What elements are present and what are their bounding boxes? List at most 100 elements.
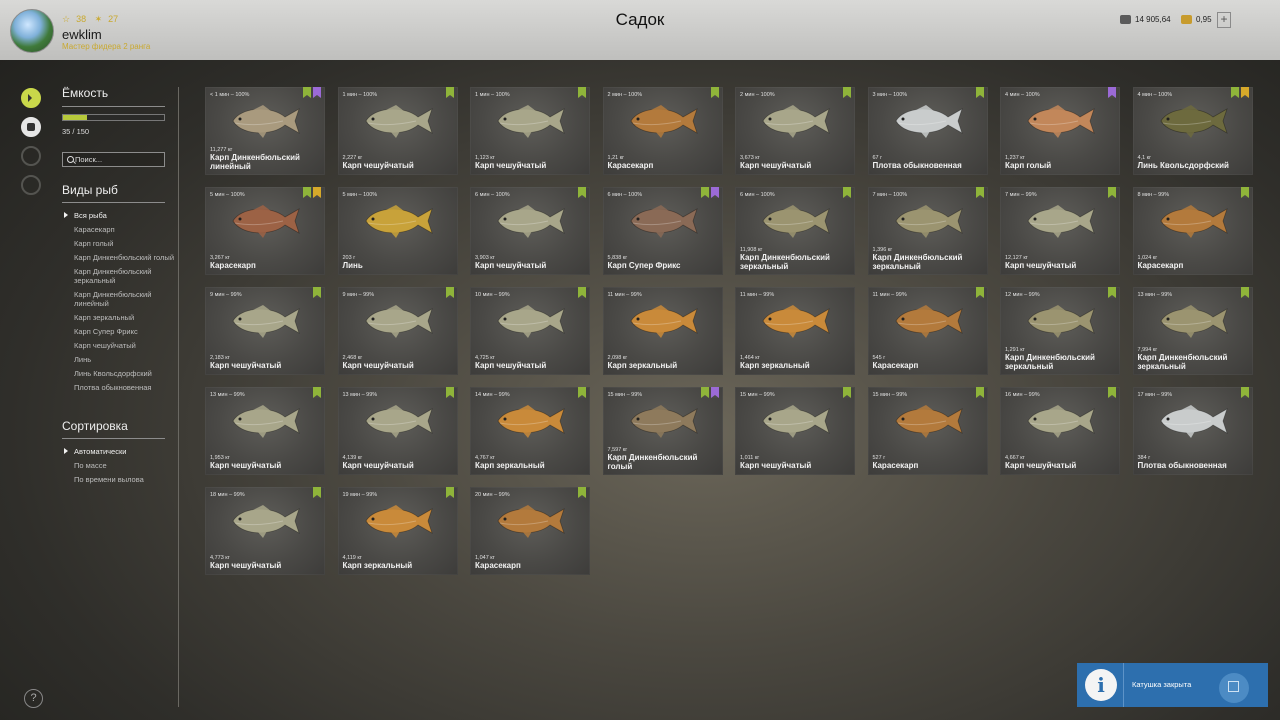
fish-card[interactable]: 2 мин – 100% 1,21 кг Карасекарп xyxy=(602,87,723,175)
fish-card[interactable]: 1 мин – 100% 1,123 кг Карп чешуйчатый xyxy=(470,87,590,175)
fish-card[interactable]: 10 мин – 99% 4,725 кг Карп чешуйчатый xyxy=(470,287,590,375)
pointer-button[interactable] xyxy=(1219,673,1249,703)
catch-time: 15 мин – 99% xyxy=(607,392,643,398)
catch-time: 5 мин – 100% xyxy=(342,192,378,198)
sort-option[interactable]: Автоматически xyxy=(62,447,174,456)
fish-card[interactable]: 13 мин – 99% 4,139 кг Карп чешуйчатый xyxy=(337,387,458,475)
fish-card[interactable]: 15 мин – 99% 1,011 кг Карп чешуйчатый xyxy=(735,387,855,475)
cursor-icon xyxy=(1228,681,1239,692)
green-ribbon-icon xyxy=(843,387,851,398)
catch-time: 13 мин – 99% xyxy=(342,392,378,398)
fish-image xyxy=(227,401,303,441)
green-ribbon-icon xyxy=(313,487,321,498)
fish-card[interactable]: < 1 мин – 100% 11,277 кг Карп Динкенбюльск… xyxy=(205,87,325,175)
fish-name: Карп Динкенбюльский зеркальный xyxy=(872,253,963,271)
fish-card[interactable]: 20 мин – 99% 1,047 кг Карасекарп xyxy=(470,487,590,575)
fish-name: Карасекарп xyxy=(1137,261,1184,270)
green-ribbon-icon xyxy=(975,187,984,198)
fish-card[interactable]: 2 мин – 100% 3,673 кг Карп чешуйчатый xyxy=(735,87,855,175)
fish-card[interactable]: 6 мин – 100% 3,903 кг Карп чешуйчатый xyxy=(470,187,590,275)
sort-option[interactable]: По массе xyxy=(62,461,174,470)
badge-group xyxy=(445,387,454,398)
fish-card[interactable]: 7 мин – 100% 1,396 кг Карп Динкенбюльский … xyxy=(867,187,988,275)
fish-card[interactable]: 16 мин – 99% 4,667 кг Карп чешуйчатый xyxy=(1000,387,1120,475)
info-icon: i xyxy=(1085,669,1117,701)
fish-name: Карп Динкенбюльский голый xyxy=(607,453,698,471)
fish-name: Плотва обыкновенная xyxy=(1137,461,1227,470)
green-ribbon-icon xyxy=(1108,387,1116,398)
fish-name: Карасекарп xyxy=(607,161,654,170)
species-filter-item[interactable]: Плотва обыкновенная xyxy=(62,383,174,392)
fish-card[interactable]: 19 мин – 99% 4,119 кг Карп зеркальный xyxy=(337,487,458,575)
badge-group xyxy=(710,87,719,98)
fish-card[interactable]: 4 мин – 100% 4,1 кг Линь Квольсдорфский xyxy=(1132,87,1253,175)
badge-group xyxy=(1230,87,1249,98)
fish-card[interactable]: 9 мин – 99% 2,183 кг Карп чешуйчатый xyxy=(205,287,325,375)
catch-time: 13 мин – 99% xyxy=(210,392,245,398)
species-filter-item[interactable]: Карасекарп xyxy=(62,225,174,234)
species-filter-item[interactable]: Карп Динкенбюльский зеркальный xyxy=(62,267,174,285)
bag-icon[interactable] xyxy=(21,117,41,137)
green-ribbon-icon xyxy=(445,387,454,398)
silver-balance: 14 905,64 xyxy=(1120,12,1171,27)
fish-card[interactable]: 15 мин – 99% 527 г Карасекарп xyxy=(867,387,988,475)
fish-image xyxy=(757,301,833,341)
notification-toast[interactable]: i Катушка закрыта xyxy=(1077,663,1268,707)
search-input[interactable] xyxy=(75,153,163,166)
fish-card[interactable]: 8 мин – 99% 1,024 кг Карасекарп xyxy=(1132,187,1253,275)
catch-time: 10 мин – 99% xyxy=(475,292,510,298)
fish-card[interactable]: 14 мин – 99% 4,767 кг Карп зеркальный xyxy=(470,387,590,475)
fish-card[interactable]: 17 мин – 99% 384 г Плотва обыкновенная xyxy=(1132,387,1253,475)
keepnet-mode-icon[interactable] xyxy=(21,88,41,108)
species-filter-item[interactable]: Карп голый xyxy=(62,239,174,248)
search-box[interactable] xyxy=(62,152,165,167)
species-filter-item[interactable]: Карп зеркальный xyxy=(62,313,174,322)
catch-time: 7 мин – 100% xyxy=(872,192,908,198)
badge-group xyxy=(1240,287,1249,298)
sort-option[interactable]: По времени вылова xyxy=(62,475,174,484)
fish-image xyxy=(360,401,436,441)
fish-card[interactable]: 5 мин – 100% 203 г Линь xyxy=(337,187,458,275)
badge-group xyxy=(313,287,321,298)
species-filter-item[interactable]: Карп Динкенбюльский голый xyxy=(62,253,174,262)
fish-card[interactable]: 13 мин – 99% 7,994 кг Карп Динкенбюльский … xyxy=(1132,287,1253,375)
species-filter-item[interactable]: Карп Динкенбюльский линейный xyxy=(62,290,174,308)
fish-name: Плотва обыкновенная xyxy=(872,161,962,170)
fish-name: Карп зеркальный xyxy=(740,361,810,370)
fish-name: Карасекарп xyxy=(872,361,919,370)
species-filter-item[interactable]: Линь Квольсдорфский xyxy=(62,369,174,378)
add-currency-button[interactable]: + xyxy=(1217,12,1231,28)
fish-image xyxy=(227,101,303,141)
fish-card[interactable]: 1 мин – 100% 2,227 кг Карп чешуйчатый xyxy=(337,87,458,175)
catch-time: 11 мин – 99% xyxy=(740,292,775,298)
fish-card[interactable]: 3 мин – 100% 67 г Плотва обыкновенная xyxy=(867,87,988,175)
fish-card[interactable]: 11 мин – 99% 1,464 кг Карп зеркальный xyxy=(735,287,855,375)
fish-card[interactable]: 6 мин – 100% 5,838 кг Карп Супер Фрикс xyxy=(602,187,723,275)
fish-card[interactable]: 5 мин – 100% 3,267 кг Карасекарп xyxy=(205,187,325,275)
fish-card[interactable]: 7 мин – 99% 12,127 кг Карп чешуйчатый xyxy=(1000,187,1120,275)
fish-card[interactable]: 11 мин – 99% 545 г Карасекарп xyxy=(867,287,988,375)
fish-card[interactable]: 6 мин – 100% 11,908 кг Карп Динкенбюльский… xyxy=(735,187,855,275)
fish-card[interactable]: 18 мин – 99% 4,773 кг Карп чешуйчатый xyxy=(205,487,325,575)
fish-image xyxy=(492,101,568,141)
fish-card[interactable]: 11 мин – 99% 2,098 кг Карп зеркальный xyxy=(602,287,723,375)
catch-time: 14 мин – 99% xyxy=(475,392,510,398)
fish-card[interactable]: 15 мин – 99% 7,597 кг Карп Динкенбюльский … xyxy=(602,387,723,475)
fish-card[interactable]: 13 мин – 99% 1,953 кг Карп чешуйчатый xyxy=(205,387,325,475)
rod-icon[interactable] xyxy=(21,146,41,166)
yellow-ribbon-icon xyxy=(1240,87,1249,98)
species-filter-item[interactable]: Вся рыба xyxy=(62,211,174,220)
species-filter-item[interactable]: Линь xyxy=(62,355,174,364)
fish-card[interactable]: 9 мин – 99% 2,468 кг Карп чешуйчатый xyxy=(337,287,458,375)
badge-group xyxy=(445,487,454,498)
fish-name: Карп Динкенбюльский линейный xyxy=(210,153,300,171)
help-icon[interactable]: ? xyxy=(24,689,43,708)
tackle-icon[interactable] xyxy=(21,175,41,195)
fish-card[interactable]: 12 мин – 99% 1,291 кг Карп Динкенбюльский … xyxy=(1000,287,1120,375)
species-filter-item[interactable]: Карп чешуйчатый xyxy=(62,341,174,350)
fish-card[interactable]: 4 мин – 100% 1,237 кг Карп голый xyxy=(1000,87,1120,175)
species-filter-item[interactable]: Карп Супер Фрикс xyxy=(62,327,174,336)
badge-group xyxy=(1108,387,1116,398)
catch-time: 1 мин – 100% xyxy=(475,92,510,98)
silver-amount: 14 905,64 xyxy=(1135,15,1171,24)
